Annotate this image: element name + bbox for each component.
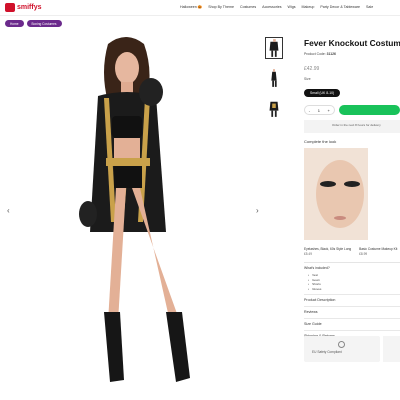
whats-included-list: Vest Gown Shorts Gloves: [304, 273, 400, 291]
site-header: smiffys Halloween 🎃 Shop By Theme Costum…: [0, 0, 400, 16]
size-option-small[interactable]: Small (UK 8-10): [304, 89, 341, 97]
eu-safety-badge: EU Safety Compliant: [304, 336, 380, 362]
recommended-item-price: £8.99: [359, 252, 368, 256]
thumbnail-side[interactable]: [265, 67, 283, 89]
whats-included-heading: What's included?: [304, 266, 330, 270]
nav-item-party-decor[interactable]: Party Decor & Tableware: [320, 5, 360, 9]
divider: [304, 262, 400, 263]
main-nav: Halloween 🎃 Shop By Theme Costumes Acces…: [180, 5, 373, 9]
quantity-row: - 1 +: [304, 105, 400, 115]
quantity-stepper[interactable]: - 1 +: [304, 105, 335, 115]
recommended-item-name: Basic Costume Makeup Kit: [359, 247, 398, 251]
safety-icon: [338, 341, 345, 348]
nav-item-makeup[interactable]: Makeup: [302, 5, 315, 9]
product-price: £42.99: [304, 66, 320, 72]
thumbnail-front[interactable]: [265, 37, 283, 59]
logo[interactable]: smiffys: [5, 3, 42, 12]
recommended-item-price: £5.49: [304, 252, 312, 256]
size-label: Size: [304, 77, 311, 81]
qty-plus-button[interactable]: +: [328, 108, 330, 113]
nav-item-halloween[interactable]: Halloween 🎃: [180, 5, 202, 9]
accordion-size-guide[interactable]: Size Guide: [304, 318, 400, 330]
nav-item-shop-by-theme[interactable]: Shop By Theme: [208, 5, 234, 9]
recommended-item[interactable]: Eyelashes, Black, 60s Style Long £5.49: [304, 247, 351, 256]
accordion-product-description[interactable]: Product Description: [304, 294, 400, 306]
breadcrumb-boxing-costumes[interactable]: Boxing Costumes: [26, 20, 62, 27]
logo-mark-icon: [5, 3, 15, 12]
breadcrumb: Home Boxing Costumes: [5, 20, 62, 27]
nav-item-sale[interactable]: Sale: [366, 5, 373, 9]
prev-image-arrow-icon[interactable]: ‹: [7, 206, 10, 215]
thumbnail-back[interactable]: [265, 97, 283, 119]
eu-safety-text: EU Safety Compliant: [312, 350, 342, 354]
logo-text: smiffys: [17, 4, 42, 11]
recommended-item-image[interactable]: [304, 148, 368, 240]
recommended-item[interactable]: Basic Costume Makeup Kit £8.99: [359, 247, 397, 256]
recommended-items: Eyelashes, Black, 60s Style Long £5.49 B…: [304, 247, 400, 256]
nav-item-wigs[interactable]: Wigs: [288, 5, 296, 9]
nav-item-costumes[interactable]: Costumes: [240, 5, 256, 9]
product-main-image: [79, 37, 190, 382]
product-code-value: 31126: [326, 52, 336, 56]
thumbnail-list: [265, 37, 285, 127]
delivery-note: Order in the next 8 hours for delivery: [304, 120, 400, 133]
recommended-item-name: Eyelashes, Black, 60s Style Long: [304, 247, 352, 251]
product-info: Fever Knockout Costume Product Code: 311…: [304, 38, 400, 342]
secondary-badge: [383, 336, 400, 362]
list-item: Gloves: [308, 287, 400, 292]
complete-the-look-heading: Complete the look: [304, 139, 337, 144]
add-to-basket-button[interactable]: [338, 105, 400, 115]
next-image-arrow-icon[interactable]: ›: [256, 206, 259, 215]
product-code-label: Product Code:: [304, 52, 326, 56]
breadcrumb-home[interactable]: Home: [5, 20, 24, 27]
product-title: Fever Knockout Costume: [304, 38, 400, 48]
accordion-reviews[interactable]: Reviews: [304, 306, 400, 318]
product-code: Product Code: 31126: [304, 52, 400, 56]
nav-item-accessories[interactable]: Accessories: [262, 5, 281, 9]
qty-value[interactable]: 1: [318, 108, 320, 113]
qty-minus-button[interactable]: -: [309, 108, 310, 113]
